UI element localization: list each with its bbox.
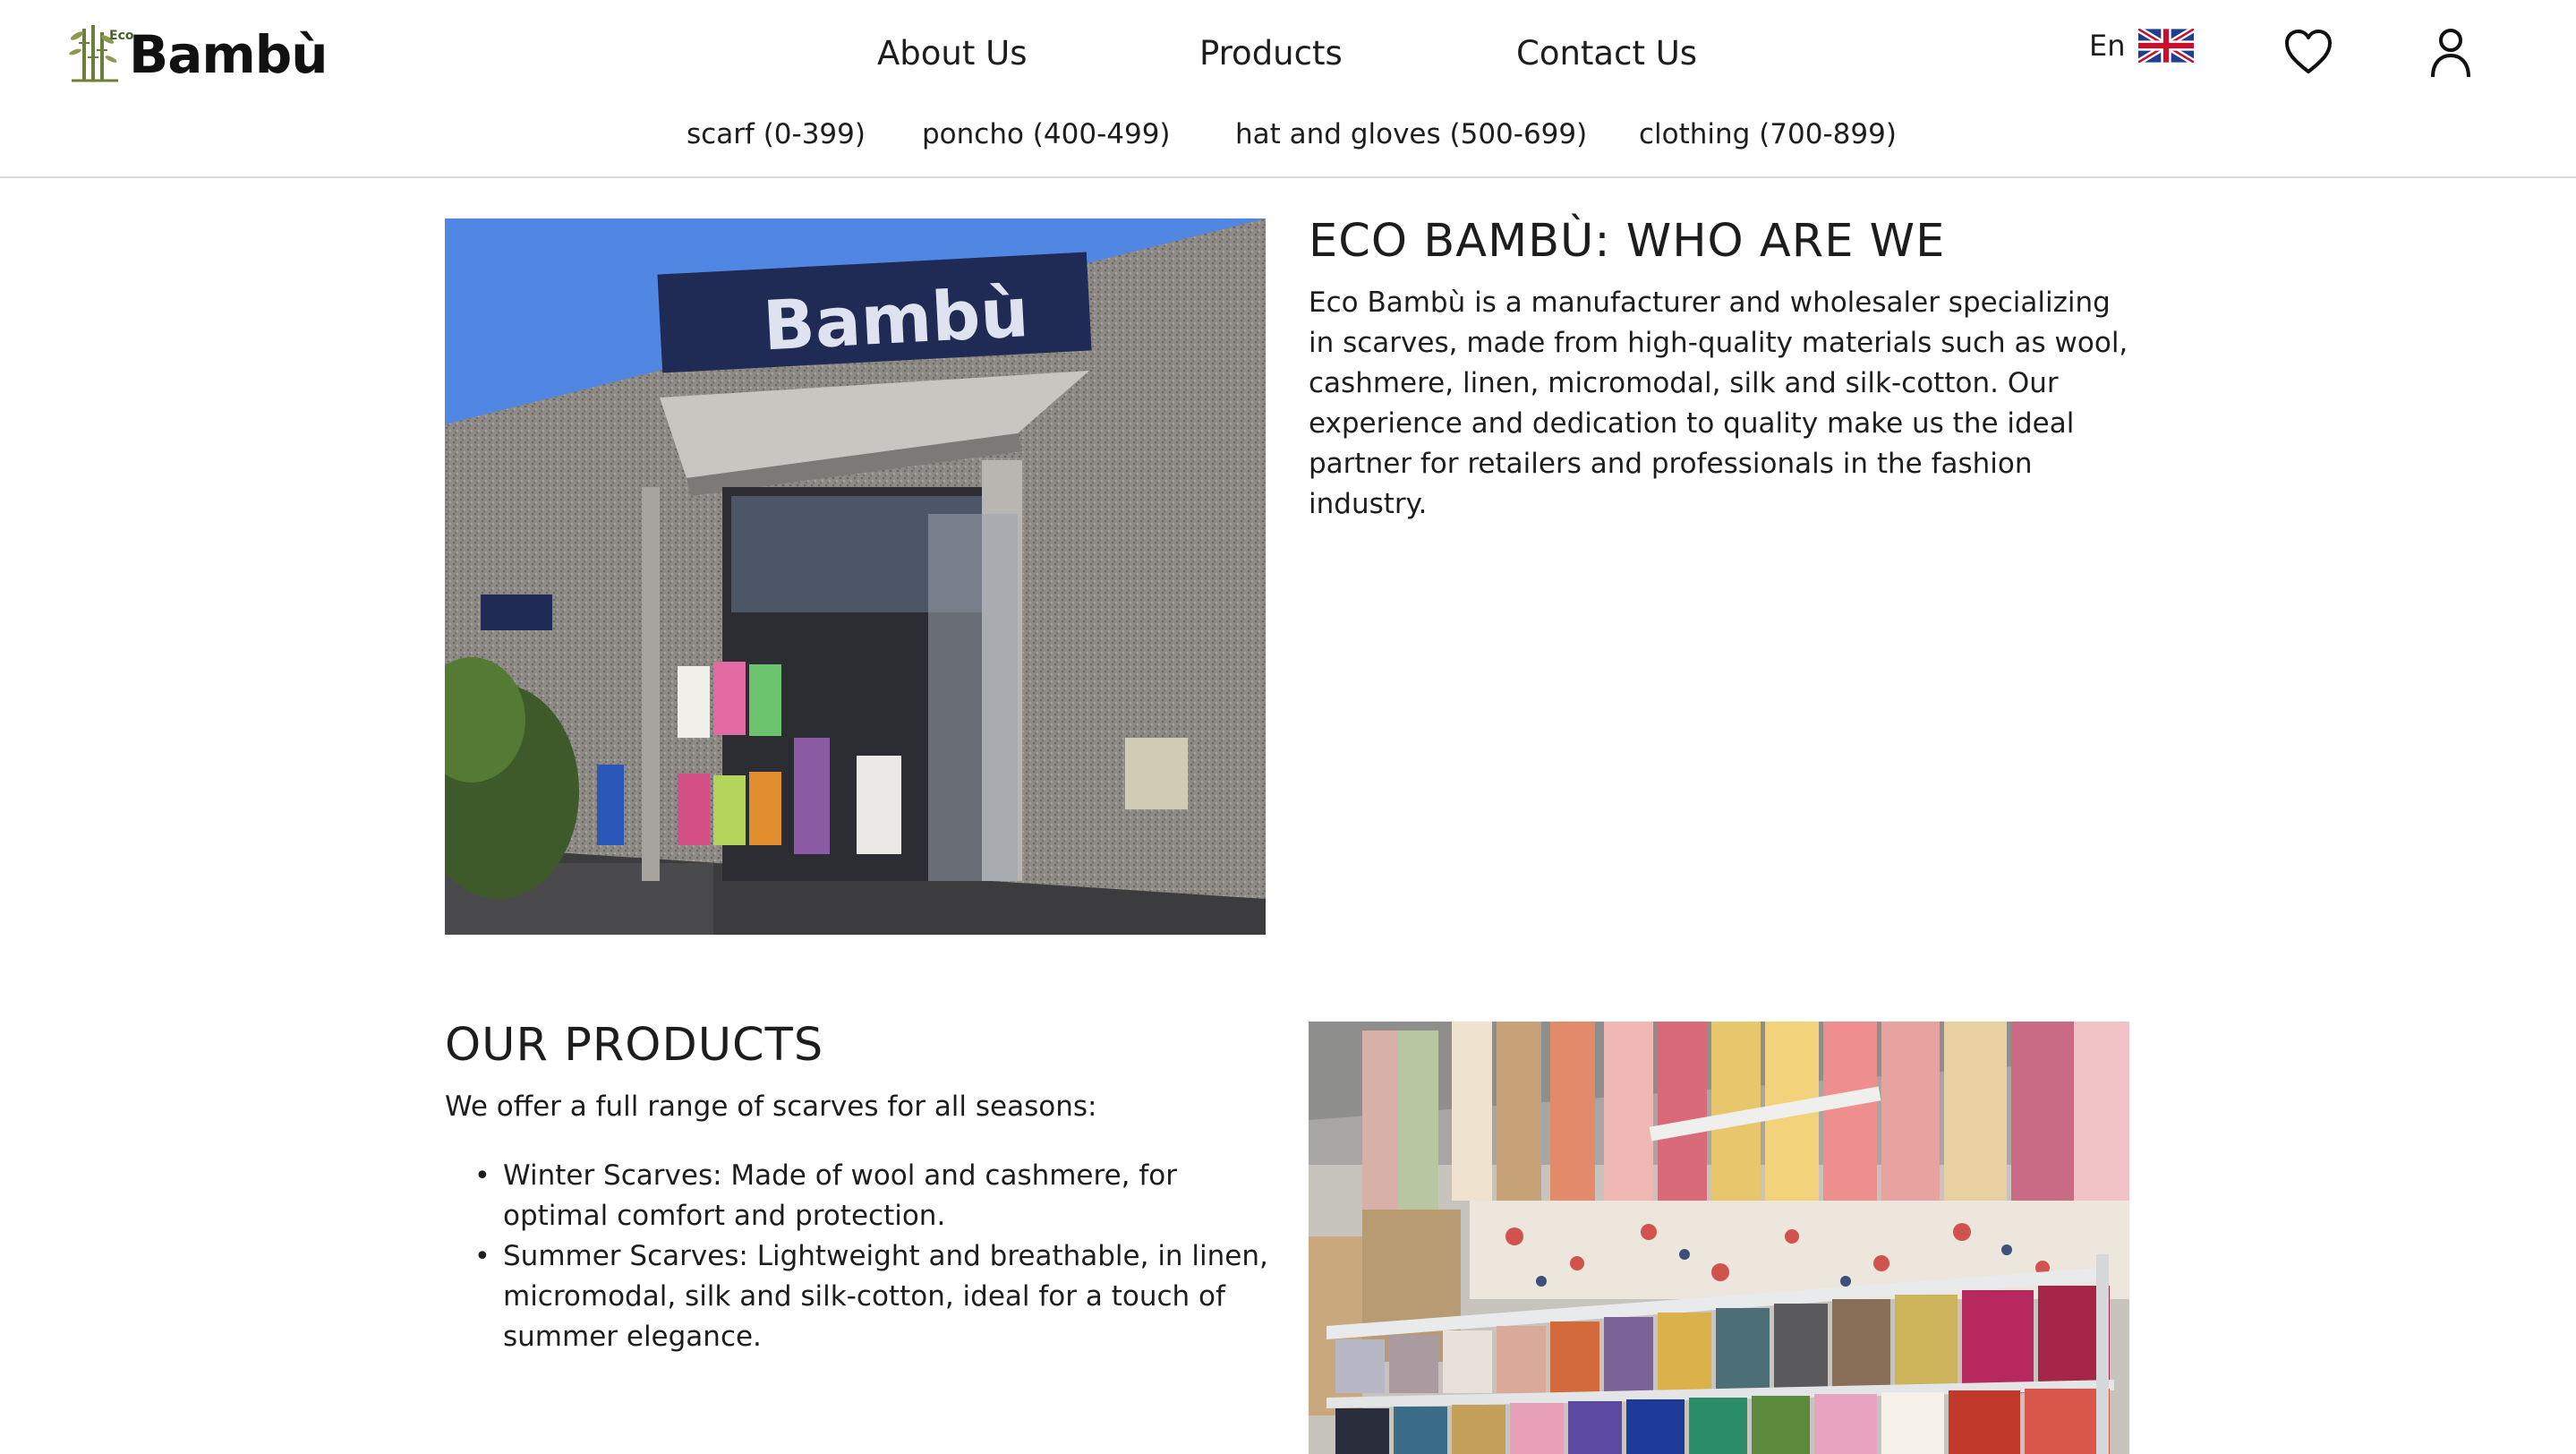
category-clothing[interactable]: clothing (700-899) (1639, 118, 1897, 150)
user-icon (2431, 29, 2470, 78)
uk-flag-icon (2137, 29, 2194, 63)
heart-icon (2285, 30, 2332, 73)
category-hat-and-gloves[interactable]: hat and gloves (500-699) (1235, 118, 1587, 150)
category-poncho[interactable]: poncho (400-499) (922, 118, 1171, 150)
nav-products[interactable]: Products (1199, 34, 1343, 73)
list-item: Winter Scarves: Made of wool and cashmer… (474, 1156, 1273, 1236)
wishlist-button[interactable] (2283, 29, 2333, 75)
warehouse-photo (1309, 1022, 2129, 1454)
category-scarf[interactable]: scarf (0-399) (687, 118, 866, 150)
language-label: En (2089, 29, 2126, 63)
language-selector[interactable]: En (2089, 29, 2194, 63)
category-nav: scarf (0-399) poncho (400-499) hat and g… (0, 118, 2576, 161)
products-list: Winter Scarves: Made of wool and cashmer… (474, 1156, 1273, 1357)
store-sign-text: Bambù (761, 272, 1030, 365)
products-intro: We offer a full range of scarves for all… (445, 1090, 1097, 1123)
nav-about-us[interactable]: About Us (877, 34, 1028, 73)
about-text: Eco Bambù is a manufacturer and wholesal… (1309, 287, 2128, 520)
site-header: Eco Bambù About Us Products Contact Us E… (0, 0, 2576, 178)
store-front-photo: Bambù (445, 218, 1266, 935)
products-title: OUR PRODUCTS (445, 1019, 824, 1072)
list-item: Summer Scarves: Lightweight and breathab… (474, 1236, 1273, 1357)
about-title: ECO BAMBÙ: WHO ARE WE (1309, 215, 1946, 268)
nav-contact-us[interactable]: Contact Us (1516, 34, 1697, 73)
account-button[interactable] (2429, 27, 2472, 79)
